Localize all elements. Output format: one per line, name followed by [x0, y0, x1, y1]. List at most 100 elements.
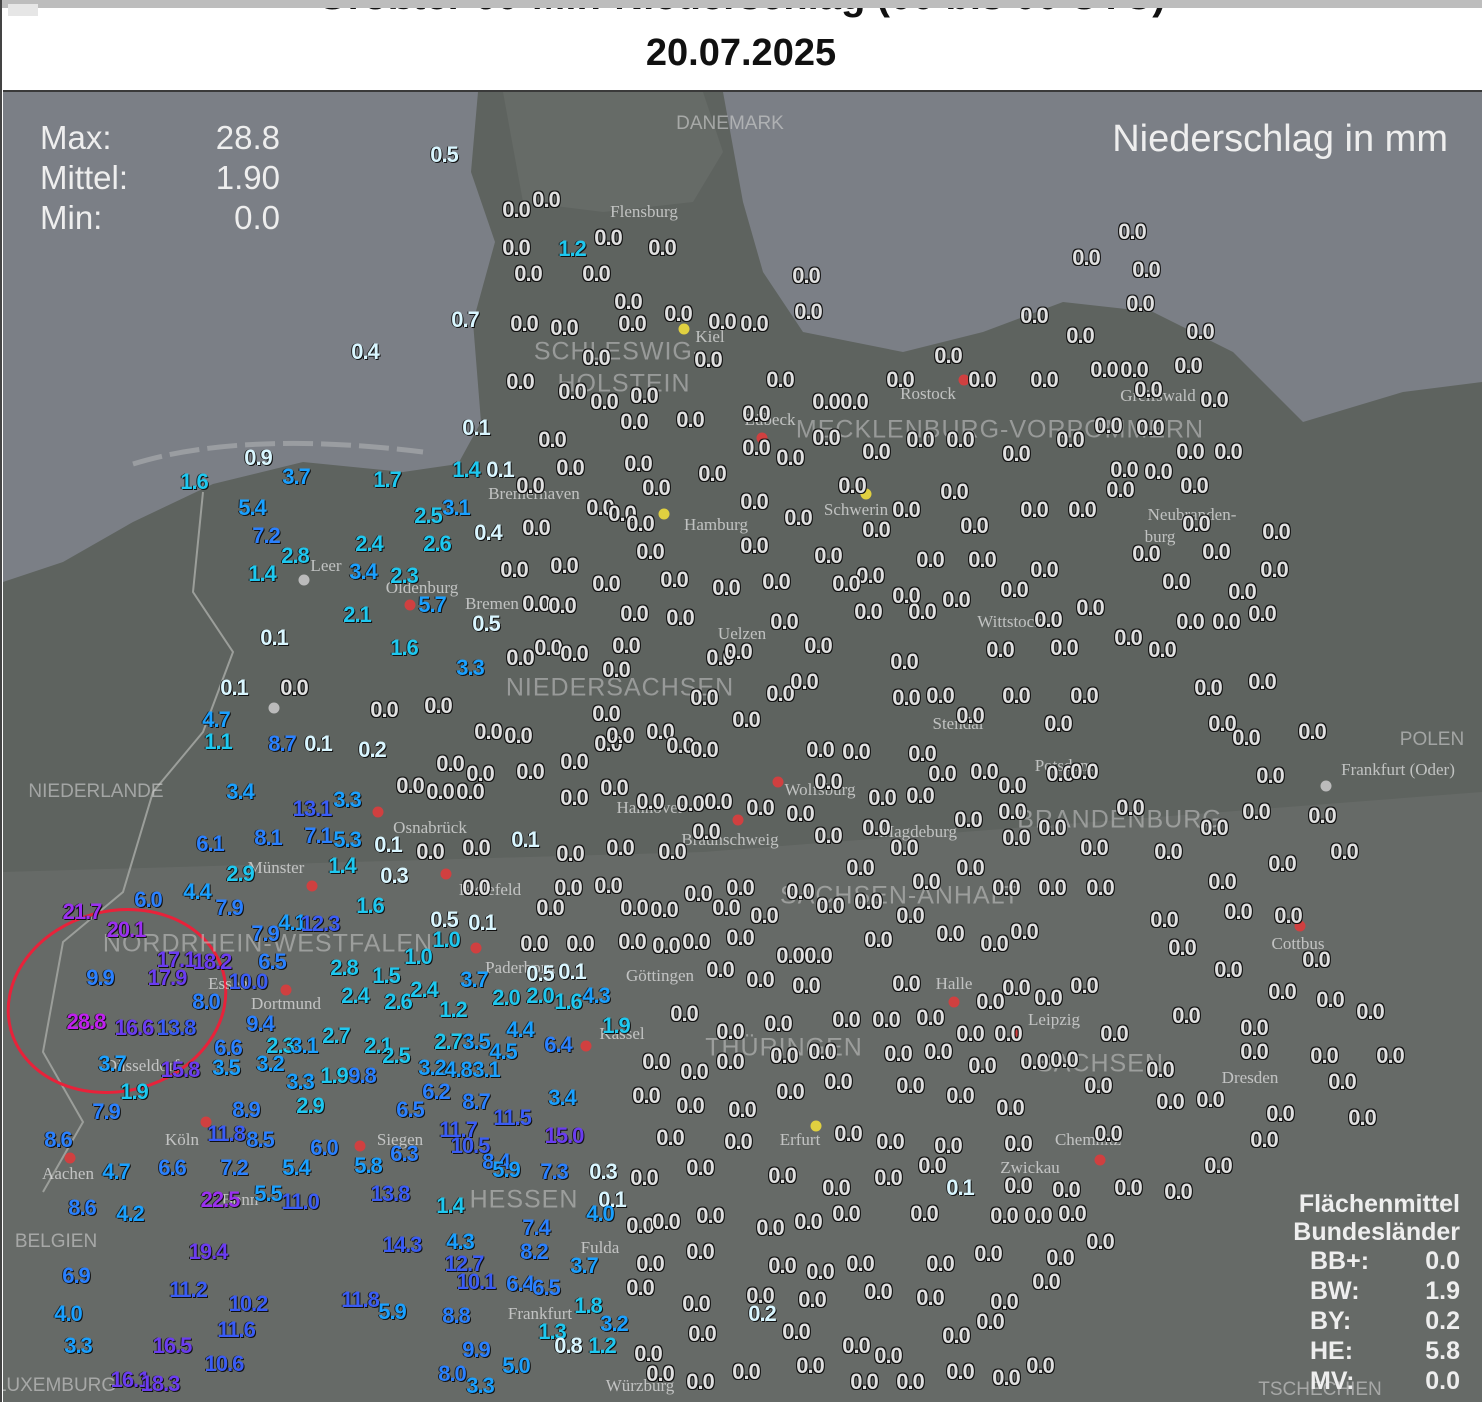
station-value: 0.0 — [864, 927, 893, 952]
station-value: 0.0 — [652, 933, 681, 958]
station-value: 0.0 — [846, 855, 875, 880]
city-marker — [64, 1152, 76, 1164]
station-value: 1.9 — [120, 1079, 149, 1104]
station-value: 0.0 — [814, 823, 843, 848]
station-value: 6.5 — [396, 1097, 425, 1122]
map-label: Leer — [310, 556, 342, 575]
station-value: 5.4 — [238, 495, 267, 520]
station-value: 1.2 — [558, 236, 587, 261]
station-value: 5.8 — [354, 1153, 383, 1178]
map-label: Hamburg — [684, 515, 748, 534]
station-value: 0.0 — [1070, 759, 1099, 784]
city-marker — [306, 880, 318, 892]
station-value: 0.0 — [1200, 387, 1229, 412]
city-marker — [298, 574, 310, 586]
map-label: Erfurt — [779, 1130, 821, 1149]
window-control[interactable] — [8, 4, 38, 16]
station-value: 3.1 — [442, 495, 471, 520]
station-value: 19.4 — [188, 1239, 229, 1264]
station-value: 0.0 — [986, 637, 1015, 662]
station-value: 0.0 — [370, 697, 399, 722]
station-value: 0.0 — [740, 533, 769, 558]
station-value: 0.0 — [664, 301, 693, 326]
station-value: 0.0 — [892, 971, 921, 996]
station-value: 0.1 — [558, 959, 587, 984]
station-value: 0.0 — [1032, 1269, 1061, 1294]
station-value: 0.0 — [792, 263, 821, 288]
station-value: 0.0 — [892, 685, 921, 710]
station-value: 0.0 — [536, 895, 565, 920]
station-value: 0.0 — [698, 461, 727, 486]
station-value: 0.0 — [1328, 1069, 1357, 1094]
station-value: 0.0 — [874, 1343, 903, 1368]
station-value: 0.0 — [474, 719, 503, 744]
station-value: 0.0 — [742, 435, 771, 460]
station-value: 0.0 — [1132, 541, 1161, 566]
station-value: 0.0 — [746, 795, 775, 820]
station-value: 0.0 — [1144, 459, 1173, 484]
station-value: 0.0 — [946, 1083, 975, 1108]
station-value: 0.0 — [896, 903, 925, 928]
legend-state: BY: — [1310, 1307, 1352, 1335]
station-value: 16.6 — [114, 1015, 155, 1040]
station-value: 0.0 — [1162, 569, 1191, 594]
city-marker — [404, 599, 416, 611]
station-value: 0.0 — [808, 1039, 837, 1064]
station-value: 0.0 — [560, 749, 589, 774]
station-value: 0.0 — [666, 605, 695, 630]
station-value: 1.5 — [372, 963, 401, 988]
station-value: 0.0 — [976, 989, 1005, 1014]
station-value: 0.0 — [716, 1019, 745, 1044]
station-value: 3.7 — [460, 967, 489, 992]
station-value: 0.0 — [548, 593, 577, 618]
station-value: 0.0 — [660, 567, 689, 592]
station-value: 0.0 — [908, 599, 937, 624]
station-value: 7.2 — [220, 1155, 249, 1180]
station-value: 1.2 — [588, 1333, 617, 1358]
station-value: 0.0 — [890, 835, 919, 860]
min-label: Min: — [40, 199, 103, 236]
station-value: 0.0 — [996, 1095, 1025, 1120]
station-value: 0.0 — [1208, 869, 1237, 894]
station-value: 0.0 — [1004, 1131, 1033, 1156]
station-value: 0.2 — [358, 737, 387, 762]
station-value: 3.3 — [333, 787, 362, 812]
station-value: 0.0 — [502, 235, 531, 260]
station-value: 0.0 — [1100, 1021, 1129, 1046]
station-value: 0.0 — [1052, 1177, 1081, 1202]
station-value: 0.0 — [806, 737, 835, 762]
legend-row: BY: 0.2 — [1293, 1306, 1460, 1336]
legend-state: HE: — [1310, 1337, 1354, 1365]
station-value: 0.0 — [1002, 441, 1031, 466]
station-value: 3.7 — [282, 464, 311, 489]
station-value: 3.1 — [290, 1033, 319, 1058]
station-value: 0.0 — [1030, 367, 1059, 392]
city-marker — [732, 814, 744, 826]
station-value: 8.0 — [438, 1361, 467, 1386]
station-value: 0.0 — [1070, 683, 1099, 708]
city-marker — [658, 508, 670, 520]
station-value: 6.3 — [390, 1141, 419, 1166]
station-value: 0.0 — [582, 261, 611, 286]
station-value: 0.0 — [854, 599, 883, 624]
station-value: 0.0 — [1256, 763, 1285, 788]
station-value: 0.0 — [1356, 999, 1385, 1024]
station-value: 0.0 — [1214, 957, 1243, 982]
station-value: 0.0 — [906, 427, 935, 452]
station-value: 4.0 — [586, 1201, 615, 1226]
station-value: 0.0 — [884, 1041, 913, 1066]
map-label: NIEDERLANDE — [28, 781, 164, 802]
station-value: 0.0 — [1224, 899, 1253, 924]
station-value: 0.0 — [1034, 985, 1063, 1010]
station-value: 11.6 — [217, 1317, 256, 1342]
station-value: 3.4 — [548, 1085, 577, 1110]
map-label: POLEN — [1399, 729, 1465, 750]
station-value: 0.0 — [942, 587, 971, 612]
station-value: 9.8 — [348, 1063, 377, 1088]
station-value: 0.0 — [556, 455, 585, 480]
station-value: 0.0 — [768, 1253, 797, 1278]
station-value: 0.0 — [642, 1049, 671, 1074]
station-value: 0.0 — [1156, 1089, 1185, 1114]
station-value: 0.0 — [688, 1321, 717, 1346]
city-marker — [280, 984, 292, 996]
